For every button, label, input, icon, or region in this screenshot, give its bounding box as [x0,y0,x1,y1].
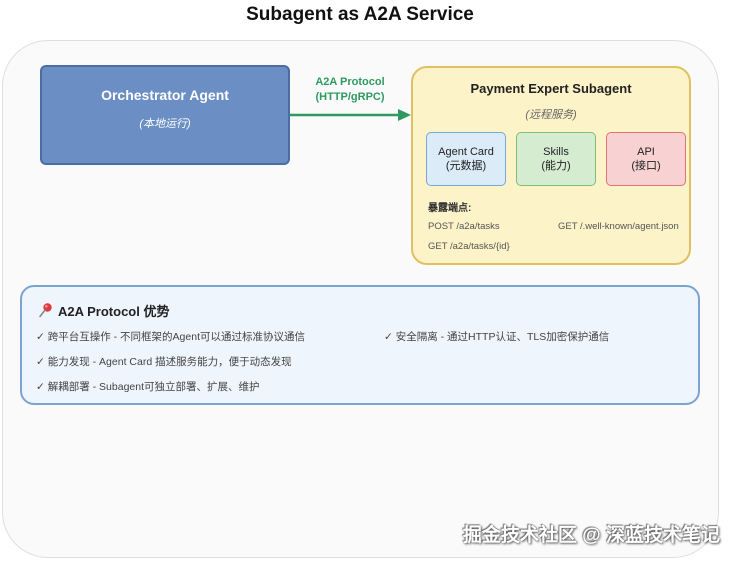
endpoint-get-task: GET /a2a/tasks/{id} [428,241,510,252]
endpoint-agent-json: GET /.well-known/agent.json [558,221,679,232]
benefit-item: ✓ 解耦部署 - Subagent可独立部署、扩展、维护 [36,381,260,393]
orchestrator-name: Orchestrator Agent [101,87,229,103]
pushpin-icon [38,302,54,321]
watermark: 掘金技术社区 @ 深蓝技术笔记 [462,525,720,546]
payment-subtitle: (远程服务) [525,109,577,121]
protocol-label-line2: (HTTP/gRPC) [315,91,385,103]
benefit-item: ✓ 跨平台互操作 - 不同框架的Agent可以通过标准协议通信 [36,331,305,343]
skills-sub: (能力) [541,160,571,172]
api-label: API [637,146,655,158]
api-box: API (接口) [606,132,686,186]
benefits-title-row: A2A Protocol 优势 [38,301,169,321]
endpoints-title: 暴露端点: [428,203,472,214]
orchestrator-subtitle: (本地运行) [139,118,191,130]
endpoint-post-tasks: POST /a2a/tasks [428,221,500,232]
payment-subagent-box: Payment Expert Subagent (远程服务) Agent Car… [411,66,691,265]
agent-card-box: Agent Card (元数据) [426,132,506,186]
protocol-label: A2A Protocol (HTTP/gRPC) [300,75,400,105]
benefits-panel: A2A Protocol 优势 ✓ 跨平台互操作 - 不同框架的Agent可以通… [20,285,700,405]
agent-card-label: Agent Card [438,146,494,158]
agent-card-sub: (元数据) [445,160,487,172]
protocol-label-line1: A2A Protocol [315,76,385,88]
skills-label: Skills [543,146,569,158]
payment-name: Payment Expert Subagent [470,81,632,96]
skills-box: Skills (能力) [516,132,596,186]
orchestrator-agent-box: Orchestrator Agent (本地运行) [40,65,290,165]
benefits-title: A2A Protocol 优势 [58,304,170,319]
protocol-arrow [290,109,411,121]
benefit-item: ✓ 能力发现 - Agent Card 描述服务能力，便于动态发现 [36,356,292,368]
benefit-item: ✓ 安全隔离 - 通过HTTP认证、TLS加密保护通信 [384,331,610,343]
diagram-title: Subagent as A2A Service [246,4,474,25]
api-sub: (接口) [631,160,661,172]
